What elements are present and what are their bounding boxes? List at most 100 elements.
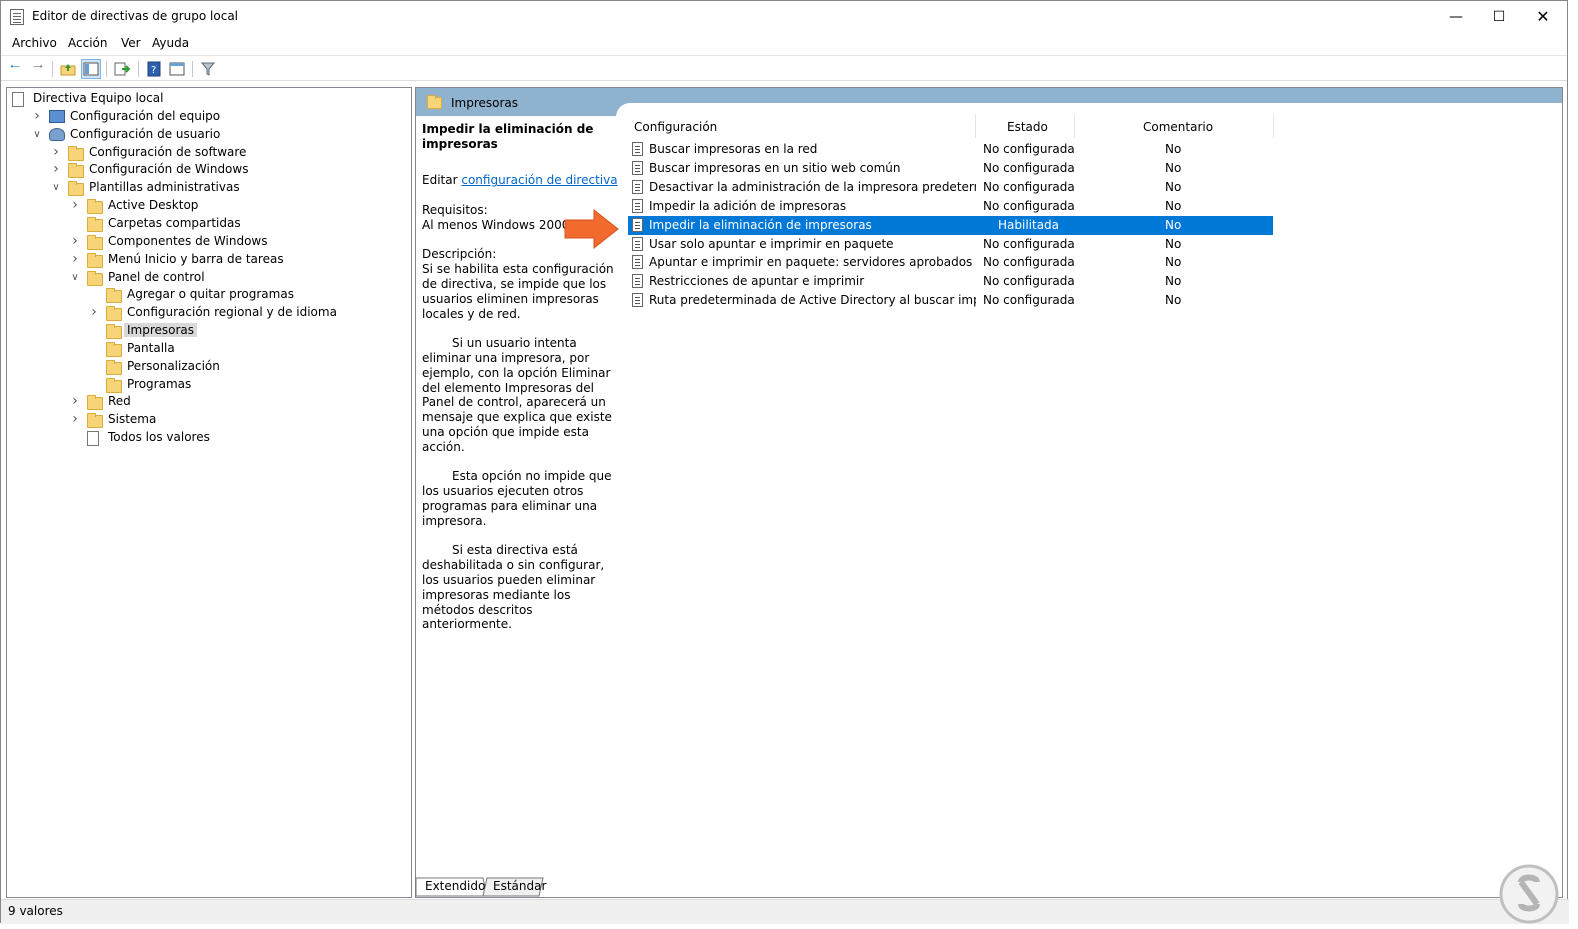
site-logo — [1499, 864, 1559, 924]
tree-item[interactable]: Personalización — [7, 358, 407, 376]
tab-estandar[interactable]: Estándar — [493, 877, 546, 896]
policy-setting-icon — [632, 293, 643, 308]
tree-item[interactable]: › Red — [7, 393, 407, 411]
chevron-right-icon[interactable]: › — [69, 411, 81, 427]
tree-item[interactable]: Directiva Equipo local — [7, 90, 407, 108]
tree-item[interactable]: › Sistema — [7, 411, 407, 429]
column-header-estado[interactable]: Estado — [1007, 120, 1048, 134]
tree-item-label: Configuración de Windows — [89, 162, 249, 177]
properties-icon[interactable] — [167, 59, 187, 79]
cell-comment: No — [1165, 142, 1182, 156]
window-title: Editor de directivas de grupo local — [32, 9, 239, 23]
edit-prefix: Editar — [422, 173, 458, 188]
chevron-down-icon[interactable]: ∨ — [50, 182, 62, 193]
table-row[interactable]: Buscar impresoras en un sitio web común N… — [628, 159, 1273, 178]
chevron-right-icon[interactable]: › — [69, 233, 81, 249]
column-header-configuracion[interactable]: Configuración — [634, 120, 717, 134]
menu-ver[interactable]: Ver — [121, 36, 141, 50]
cell-state: No configurada — [983, 198, 1075, 213]
description-para-3: Esta opción no impide que los usuarios e… — [422, 469, 612, 528]
tree-item[interactable]: › Active Desktop — [7, 197, 407, 215]
tab-extendido[interactable]: Extendido — [425, 877, 485, 896]
tree-item[interactable]: › Configuración de software — [7, 144, 407, 162]
policy-setting-icon — [632, 274, 643, 289]
chevron-down-icon[interactable]: ∨ — [69, 272, 81, 283]
table-row[interactable]: Ruta predeterminada de Active Directory … — [628, 291, 1273, 310]
cell-name: Buscar impresoras en un sitio web común — [649, 160, 901, 175]
policy-title: Impedir la eliminación de impresoras — [422, 122, 594, 151]
menu-accion[interactable]: Acción — [68, 36, 107, 50]
tree-item-label: Carpetas compartidas — [108, 215, 241, 230]
table-row[interactable]: Desactivar la administración de la impre… — [628, 178, 1273, 197]
folder-icon — [106, 306, 122, 322]
edit-policy-link[interactable]: configuración de directiva — [461, 173, 617, 187]
tree-item[interactable]: Impresoras — [7, 322, 407, 340]
folder-icon — [106, 324, 122, 340]
table-row[interactable]: Restricciones de apuntar e imprimir No co… — [628, 272, 1273, 291]
tree-item-label: Configuración del equipo — [70, 108, 221, 123]
table-row[interactable]: Apuntar e imprimir en paquete: servidore… — [628, 253, 1273, 272]
tree-item-label: Todos los valores — [108, 430, 210, 445]
maximize-button[interactable]: ☐ — [1476, 1, 1522, 32]
tree-item-label: Configuración de software — [89, 144, 247, 159]
chevron-right-icon[interactable]: › — [31, 108, 43, 124]
cell-name: Impedir la adición de impresoras — [649, 198, 847, 213]
cell-name: Ruta predeterminada de Active Directory … — [649, 293, 976, 308]
app-window: Editor de directivas de grupo local — ☐ … — [0, 0, 1569, 924]
tree-item[interactable]: Todos los valores — [7, 429, 407, 447]
table-row[interactable]: Usar solo apuntar e imprimir en paquete N… — [628, 235, 1273, 254]
list-header: Configuración Estado Comentario — [628, 114, 1274, 138]
minimize-button[interactable]: — — [1433, 1, 1479, 32]
description-para-4: Si esta directiva está deshabilitada o s… — [422, 543, 605, 632]
up-folder-icon[interactable] — [58, 59, 78, 79]
help-icon[interactable]: ? — [144, 59, 164, 79]
policy-setting-icon — [632, 198, 643, 213]
chevron-right-icon[interactable]: › — [50, 144, 62, 160]
filter-icon[interactable] — [198, 59, 218, 79]
tree-item[interactable]: Programas — [7, 376, 407, 394]
folder-icon — [68, 145, 84, 161]
cell-state: No configurada — [983, 179, 1075, 194]
menu-ayuda[interactable]: Ayuda — [152, 36, 189, 50]
forward-arrow-icon[interactable]: 🠂 — [28, 59, 48, 79]
policy-setting-icon — [632, 179, 643, 194]
menu-archivo[interactable]: Archivo — [12, 36, 57, 50]
chevron-right-icon[interactable]: › — [69, 393, 81, 409]
tree-item[interactable]: › Componentes de Windows — [7, 233, 407, 251]
export-list-icon[interactable] — [112, 59, 132, 79]
cell-state: No configurada — [983, 293, 1075, 308]
table-row[interactable]: Impedir la adición de impresoras No confi… — [628, 197, 1273, 216]
tree-item[interactable]: › Configuración de Windows — [7, 161, 407, 179]
chevron-right-icon[interactable]: › — [50, 161, 62, 177]
cell-state: No configurada — [983, 274, 1075, 289]
tree-item[interactable]: › Menú Inicio y barra de tareas — [7, 251, 407, 269]
cell-name: Impedir la eliminación de impresoras — [649, 217, 872, 232]
table-row[interactable]: Buscar impresoras en la red No configurad… — [628, 140, 1273, 159]
chevron-right-icon[interactable]: › — [88, 304, 100, 320]
policy-setting-icon — [632, 160, 643, 175]
policy-doc-icon — [12, 92, 24, 107]
back-arrow-icon[interactable]: 🠀 — [5, 59, 25, 79]
column-header-comentario[interactable]: Comentario — [1143, 120, 1213, 134]
tree-item[interactable]: Agregar o quitar programas — [7, 286, 407, 304]
tree-item[interactable]: ∨ Plantillas administrativas — [7, 179, 407, 197]
folder-icon — [68, 181, 84, 197]
folder-icon — [87, 413, 103, 429]
chevron-down-icon[interactable]: ∨ — [31, 129, 43, 140]
cell-comment: No — [1165, 198, 1182, 213]
chevron-right-icon[interactable]: › — [69, 197, 81, 213]
tree-item[interactable]: Pantalla — [7, 340, 407, 358]
close-button[interactable]: ✕ — [1520, 1, 1566, 32]
folder-icon — [87, 270, 103, 286]
cell-state: No configurada — [983, 255, 1075, 270]
show-hide-tree-icon[interactable] — [81, 59, 101, 79]
tree-item[interactable]: › Configuración del equipo — [7, 108, 407, 126]
tree-item[interactable]: Carpetas compartidas — [7, 215, 407, 233]
tree-item[interactable]: ∨ Panel de control — [7, 269, 407, 287]
table-row[interactable]: Impedir la eliminación de impresoras Habi… — [628, 215, 1273, 235]
cell-comment: No — [1165, 293, 1182, 308]
tree-item[interactable]: › Configuración regional y de idioma — [7, 304, 407, 322]
chevron-right-icon[interactable]: › — [69, 251, 81, 267]
tree-item[interactable]: ∨ Configuración de usuario — [7, 126, 407, 144]
cell-state: No configurada — [983, 160, 1075, 175]
